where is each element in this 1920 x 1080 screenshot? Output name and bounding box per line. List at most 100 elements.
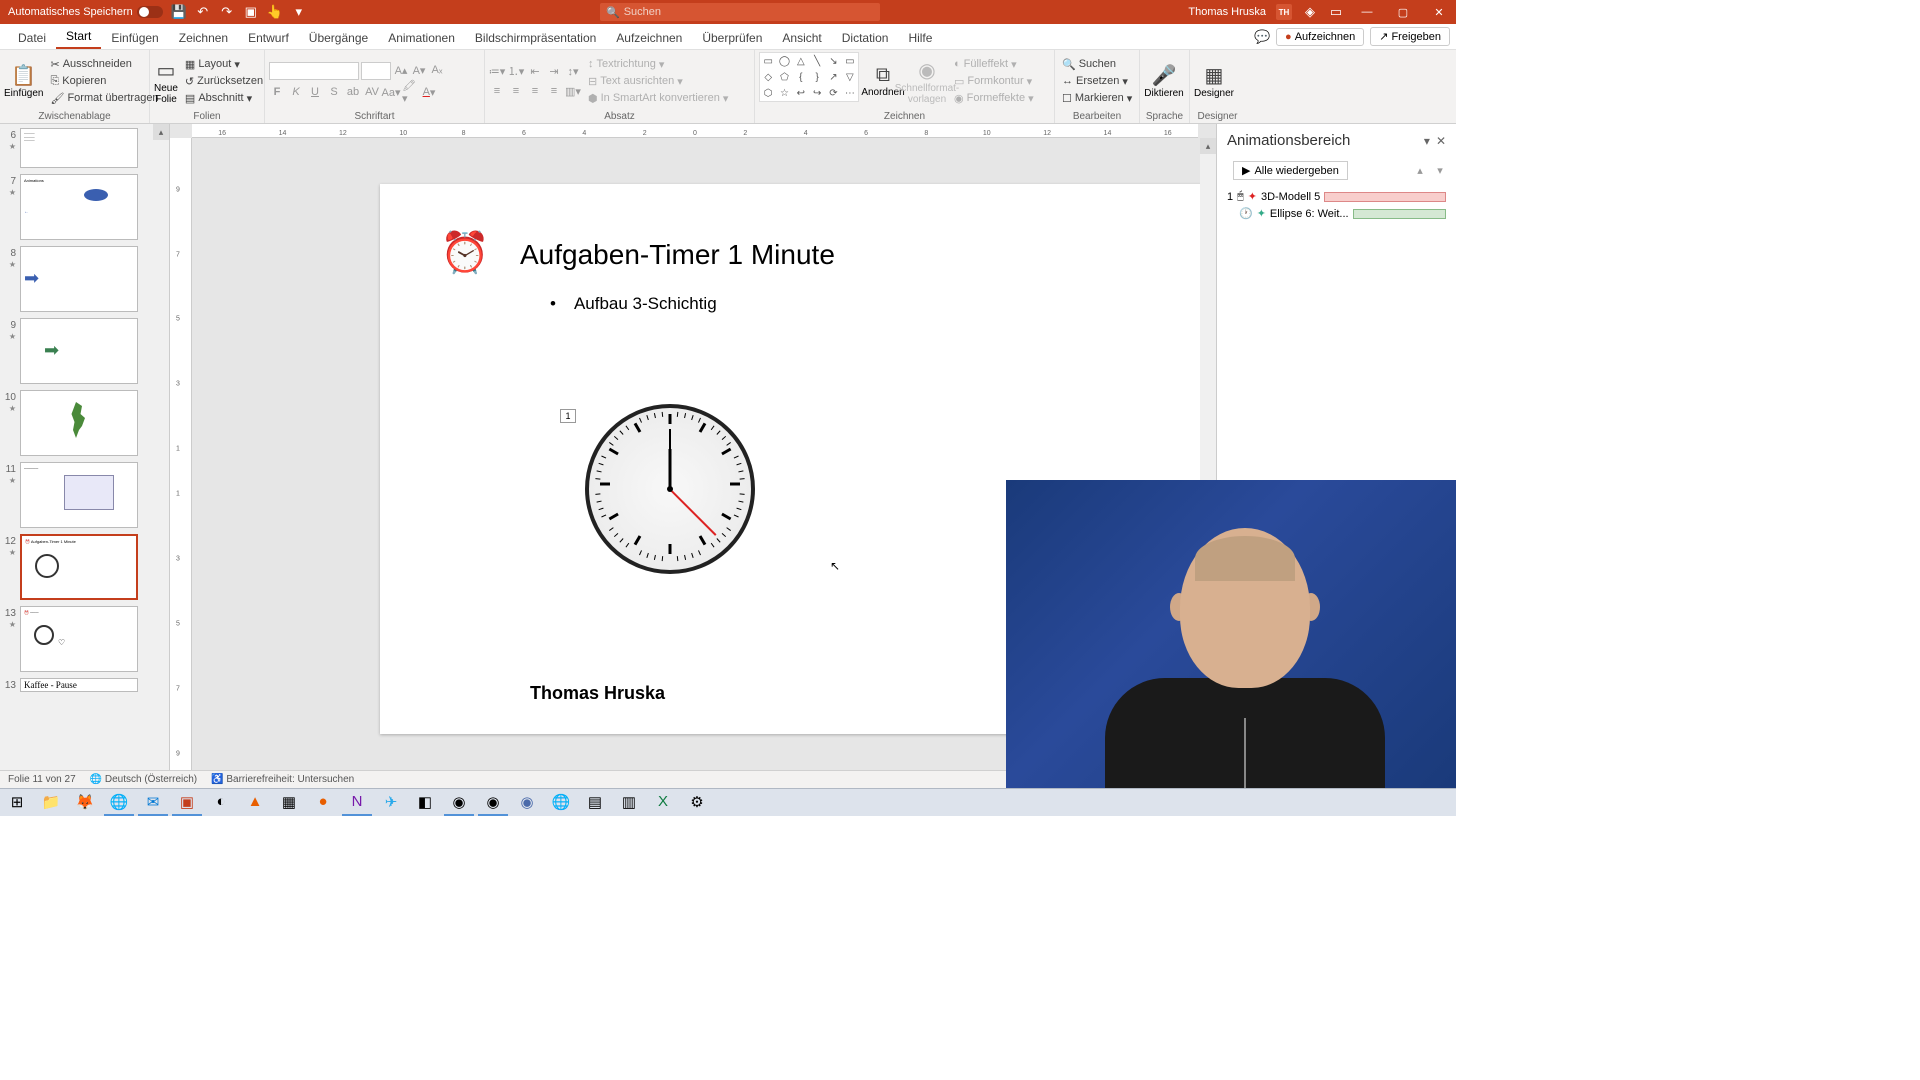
underline-button[interactable]: U <box>307 84 323 100</box>
tab-design[interactable]: Entwurf <box>238 27 299 49</box>
font-size-select[interactable] <box>361 62 391 80</box>
bullets-button[interactable]: ≔▾ <box>489 63 505 79</box>
strike-button[interactable]: S <box>326 84 342 100</box>
start-button[interactable]: ⊞ <box>2 790 32 816</box>
cut-button[interactable]: ✂ Ausschneiden <box>47 57 161 72</box>
copy-button[interactable]: ⎘ Kopieren <box>47 74 161 89</box>
grow-font-icon[interactable]: A▴ <box>393 62 409 78</box>
tab-review[interactable]: Überprüfen <box>692 27 772 49</box>
comments-icon[interactable]: 💬 <box>1254 29 1270 45</box>
close-button[interactable]: ✕ <box>1426 1 1452 23</box>
powerpoint-icon[interactable]: ▣ <box>172 790 202 816</box>
thumb-11[interactable]: 11★ ───── <box>2 462 163 528</box>
indent-dec-button[interactable]: ⇤ <box>527 63 543 79</box>
app-icon[interactable]: ◐ <box>206 790 236 816</box>
paste-button[interactable]: 📋 Einfügen <box>4 52 43 110</box>
bold-button[interactable]: F <box>269 84 285 100</box>
qat-more-icon[interactable]: ▾ <box>291 4 307 20</box>
app4-icon[interactable]: ◧ <box>410 790 440 816</box>
layout-button[interactable]: ▦ Layout ▾ <box>182 57 266 72</box>
slide-bullet-text[interactable]: Aufbau 3-Schichtig <box>550 294 717 314</box>
tab-file[interactable]: Datei <box>8 27 56 49</box>
section-button[interactable]: ▤ Abschnitt ▾ <box>182 91 266 106</box>
excel-icon[interactable]: X <box>648 790 678 816</box>
undo-icon[interactable]: ↶ <box>195 4 211 20</box>
anim-collapse-icon[interactable]: ▾ <box>1424 134 1430 148</box>
tab-record[interactable]: Aufzeichnen <box>606 27 692 49</box>
shrink-font-icon[interactable]: A▾ <box>411 62 427 78</box>
edge-icon[interactable]: 🌐 <box>546 790 576 816</box>
numbering-button[interactable]: ⒈▾ <box>508 63 524 79</box>
tab-animations[interactable]: Animationen <box>378 27 465 49</box>
select-button[interactable]: ☐ Markieren ▾ <box>1059 91 1135 106</box>
align-text-button[interactable]: ⊟ Text ausrichten ▾ <box>585 74 731 89</box>
thumb-7[interactable]: 7★ Animations← <box>2 174 163 240</box>
align-right-button[interactable]: ≡ <box>527 83 543 99</box>
accessibility-status[interactable]: ♿ Barrierefreiheit: Untersuchen <box>211 774 354 785</box>
play-all-button[interactable]: ▶ Alle wiedergeben <box>1233 161 1348 180</box>
app6-icon[interactable]: ◉ <box>512 790 542 816</box>
text-direction-button[interactable]: ↕ Textrichtung ▾ <box>585 57 731 72</box>
italic-button[interactable]: K <box>288 84 304 100</box>
app9-icon[interactable]: ⚙ <box>682 790 712 816</box>
thumb-13[interactable]: 13★ ⏰ ───♡ <box>2 606 163 672</box>
slide-counter[interactable]: Folie 11 von 27 <box>8 774 76 785</box>
clock-3d-model[interactable] <box>585 404 755 574</box>
highlight-button[interactable]: 🖍▾ <box>402 84 418 100</box>
font-color-button[interactable]: A▾ <box>421 84 437 100</box>
user-avatar[interactable]: TH <box>1276 4 1292 20</box>
minimize-button[interactable]: — <box>1354 1 1380 23</box>
autosave-toggle[interactable]: Automatisches Speichern <box>8 6 163 18</box>
effects-button[interactable]: ◉ Formeffekte ▾ <box>951 91 1037 106</box>
quick-styles-button[interactable]: ◉ Schnellformat- vorlagen <box>907 52 947 110</box>
tab-transitions[interactable]: Übergänge <box>299 27 378 49</box>
obs-icon[interactable]: ◉ <box>444 790 474 816</box>
share-button[interactable]: ↗Freigeben <box>1370 27 1450 46</box>
timeline-bar[interactable] <box>1324 192 1446 202</box>
fill-button[interactable]: ◐ Fülleffekt ▾ <box>951 57 1037 72</box>
record-button[interactable]: ●Aufzeichnen <box>1276 28 1364 46</box>
firefox-icon[interactable]: 🦊 <box>70 790 100 816</box>
app5-icon[interactable]: ◉ <box>478 790 508 816</box>
align-center-button[interactable]: ≡ <box>508 83 524 99</box>
columns-button[interactable]: ▥▾ <box>565 83 581 99</box>
thumbnail-panel[interactable]: 6★ ─────────────── 7★ Animations← 8★ ➡ 9… <box>0 124 170 786</box>
app8-icon[interactable]: ▥ <box>614 790 644 816</box>
tab-slideshow[interactable]: Bildschirmpräsentation <box>465 27 606 49</box>
thumb-14[interactable]: 13 Kaffee - Pause <box>2 678 163 692</box>
vlc-icon[interactable]: ▲ <box>240 790 270 816</box>
chrome-icon[interactable]: 🌐 <box>104 790 134 816</box>
designer-button[interactable]: ▦ Designer <box>1194 52 1234 110</box>
tab-dictation[interactable]: Dictation <box>832 27 899 49</box>
line-spacing-button[interactable]: ↕▾ <box>565 63 581 79</box>
animation-tag[interactable]: 1 <box>560 409 576 423</box>
font-family-select[interactable] <box>269 62 359 80</box>
shadow-button[interactable]: ab <box>345 84 361 100</box>
shapes-gallery[interactable]: ▭◯△╲↘▭ ◇⬠{}↗▽ ⬡☆↩↪⟳⋯ <box>759 52 859 102</box>
tab-view[interactable]: Ansicht <box>772 27 831 49</box>
save-icon[interactable]: 💾 <box>171 4 187 20</box>
ribbon-options-icon[interactable]: ▭ <box>1328 4 1344 20</box>
tab-start[interactable]: Start <box>56 25 101 49</box>
slide-title-area[interactable]: ⏰ Aufgaben-Timer 1 Minute <box>520 239 835 271</box>
anim-close-icon[interactable]: ✕ <box>1436 134 1446 148</box>
maximize-button[interactable]: ▢ <box>1390 1 1416 23</box>
format-painter-button[interactable]: 🖌 Format übertragen <box>47 91 161 106</box>
telegram-icon[interactable]: ✈ <box>376 790 406 816</box>
app2-icon[interactable]: ▦ <box>274 790 304 816</box>
touch-icon[interactable]: 👆 <box>267 4 283 20</box>
anim-item-2[interactable]: 🕐 ✦ Ellipse 6: Weit... <box>1225 205 1448 222</box>
thumb-scroll-up[interactable]: ▴ <box>153 124 169 140</box>
thumb-6[interactable]: 6★ ─────────────── <box>2 128 163 168</box>
tab-draw[interactable]: Zeichnen <box>169 27 238 49</box>
user-name[interactable]: Thomas Hruska <box>1188 6 1266 18</box>
align-left-button[interactable]: ≡ <box>489 83 505 99</box>
thumb-9[interactable]: 9★ ➡ <box>2 318 163 384</box>
reset-button[interactable]: ↺ Zurücksetzen <box>182 74 266 89</box>
case-button[interactable]: Aa▾ <box>383 84 399 100</box>
replace-button[interactable]: ↔ Ersetzen ▾ <box>1059 74 1135 89</box>
anim-item-1[interactable]: 1 🖱 ✦ 3D-Modell 5 <box>1225 188 1448 205</box>
move-down-button[interactable]: ▾ <box>1432 163 1448 179</box>
smartart-button[interactable]: ⬢ In SmartArt konvertieren ▾ <box>585 91 731 106</box>
explorer-icon[interactable]: 📁 <box>36 790 66 816</box>
